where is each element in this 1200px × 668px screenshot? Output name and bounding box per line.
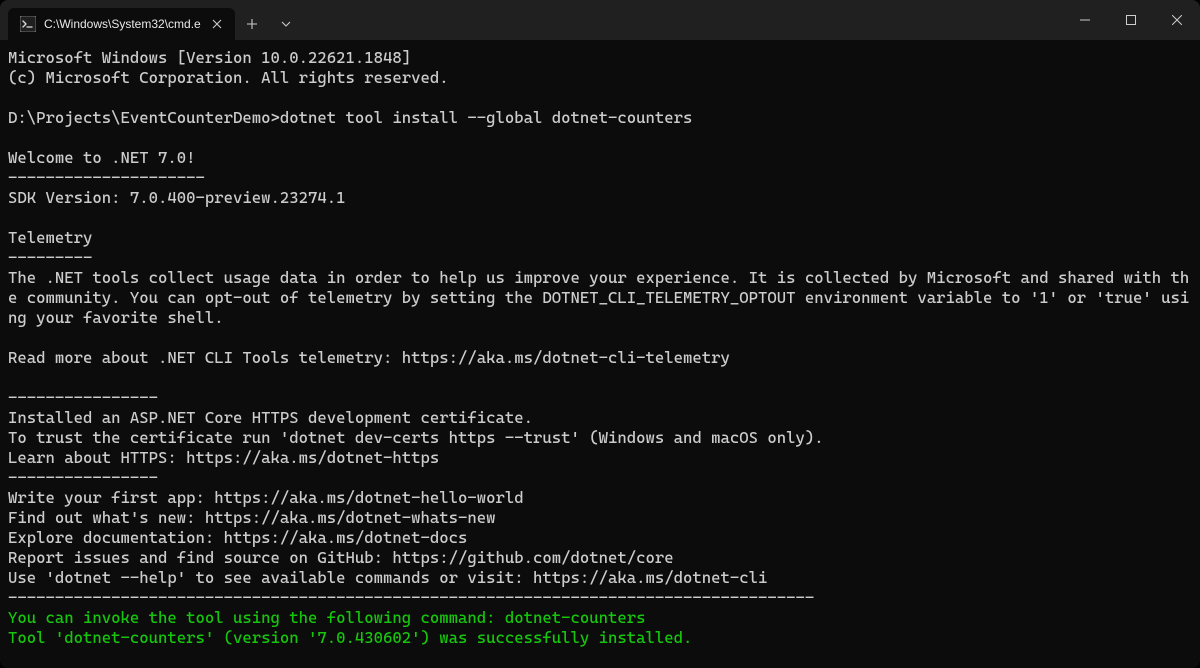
tab-dropdown-button[interactable] <box>269 8 303 40</box>
output-line: Explore documentation: https://aka.ms/do… <box>8 528 467 547</box>
prompt-path: D:\Projects\EventCounterDemo> <box>8 108 280 127</box>
command-text: dotnet tool install --global dotnet-coun… <box>280 108 693 127</box>
output-line: Use 'dotnet --help' to see available com… <box>8 568 767 587</box>
output-line: Write your first app: https://aka.ms/dot… <box>8 488 524 507</box>
output-line: Installed an ASP.NET Core HTTPS developm… <box>8 408 533 427</box>
maximize-button[interactable] <box>1108 0 1154 40</box>
output-line: ----------------------------------------… <box>8 588 814 607</box>
output-line: --------- <box>8 248 92 267</box>
output-line: Read more about .NET CLI Tools telemetry… <box>8 348 730 367</box>
titlebar: C:\Windows\System32\cmd.e <box>0 0 1200 40</box>
terminal-window: C:\Windows\System32\cmd.e <box>0 0 1200 668</box>
output-line: Learn about HTTPS: https://aka.ms/dotnet… <box>8 448 439 467</box>
terminal-output[interactable]: Microsoft Windows [Version 10.0.22621.18… <box>0 40 1200 668</box>
close-window-button[interactable] <box>1154 0 1200 40</box>
output-line: Report issues and find source on GitHub:… <box>8 548 674 567</box>
tab-close-button[interactable] <box>209 16 225 32</box>
success-line: You can invoke the tool using the follow… <box>8 608 646 627</box>
success-line: Tool 'dotnet-counters' (version '7.0.430… <box>8 628 692 647</box>
output-line: ---------------- <box>8 468 158 487</box>
cmd-icon <box>20 16 36 32</box>
tab-title: C:\Windows\System32\cmd.e <box>44 17 201 31</box>
output-line: Welcome to .NET 7.0! <box>8 148 196 167</box>
new-tab-button[interactable] <box>235 8 269 40</box>
output-line: ---------------- <box>8 388 158 407</box>
output-line: Find out what's new: https://aka.ms/dotn… <box>8 508 496 527</box>
output-line: The .NET tools collect usage data in ord… <box>8 268 1189 327</box>
output-line: Microsoft Windows [Version 10.0.22621.18… <box>8 48 411 67</box>
window-controls <box>1062 0 1200 40</box>
output-line: --------------------- <box>8 168 205 187</box>
output-line: SDK Version: 7.0.400-preview.23274.1 <box>8 188 346 207</box>
output-line: Telemetry <box>8 228 92 247</box>
output-line: To trust the certificate run 'dotnet dev… <box>8 428 824 447</box>
output-line: (c) Microsoft Corporation. All rights re… <box>8 68 449 87</box>
tab-active[interactable]: C:\Windows\System32\cmd.e <box>8 8 235 40</box>
titlebar-drag-area[interactable] <box>303 0 1062 40</box>
tab-strip: C:\Windows\System32\cmd.e <box>0 0 303 40</box>
minimize-button[interactable] <box>1062 0 1108 40</box>
